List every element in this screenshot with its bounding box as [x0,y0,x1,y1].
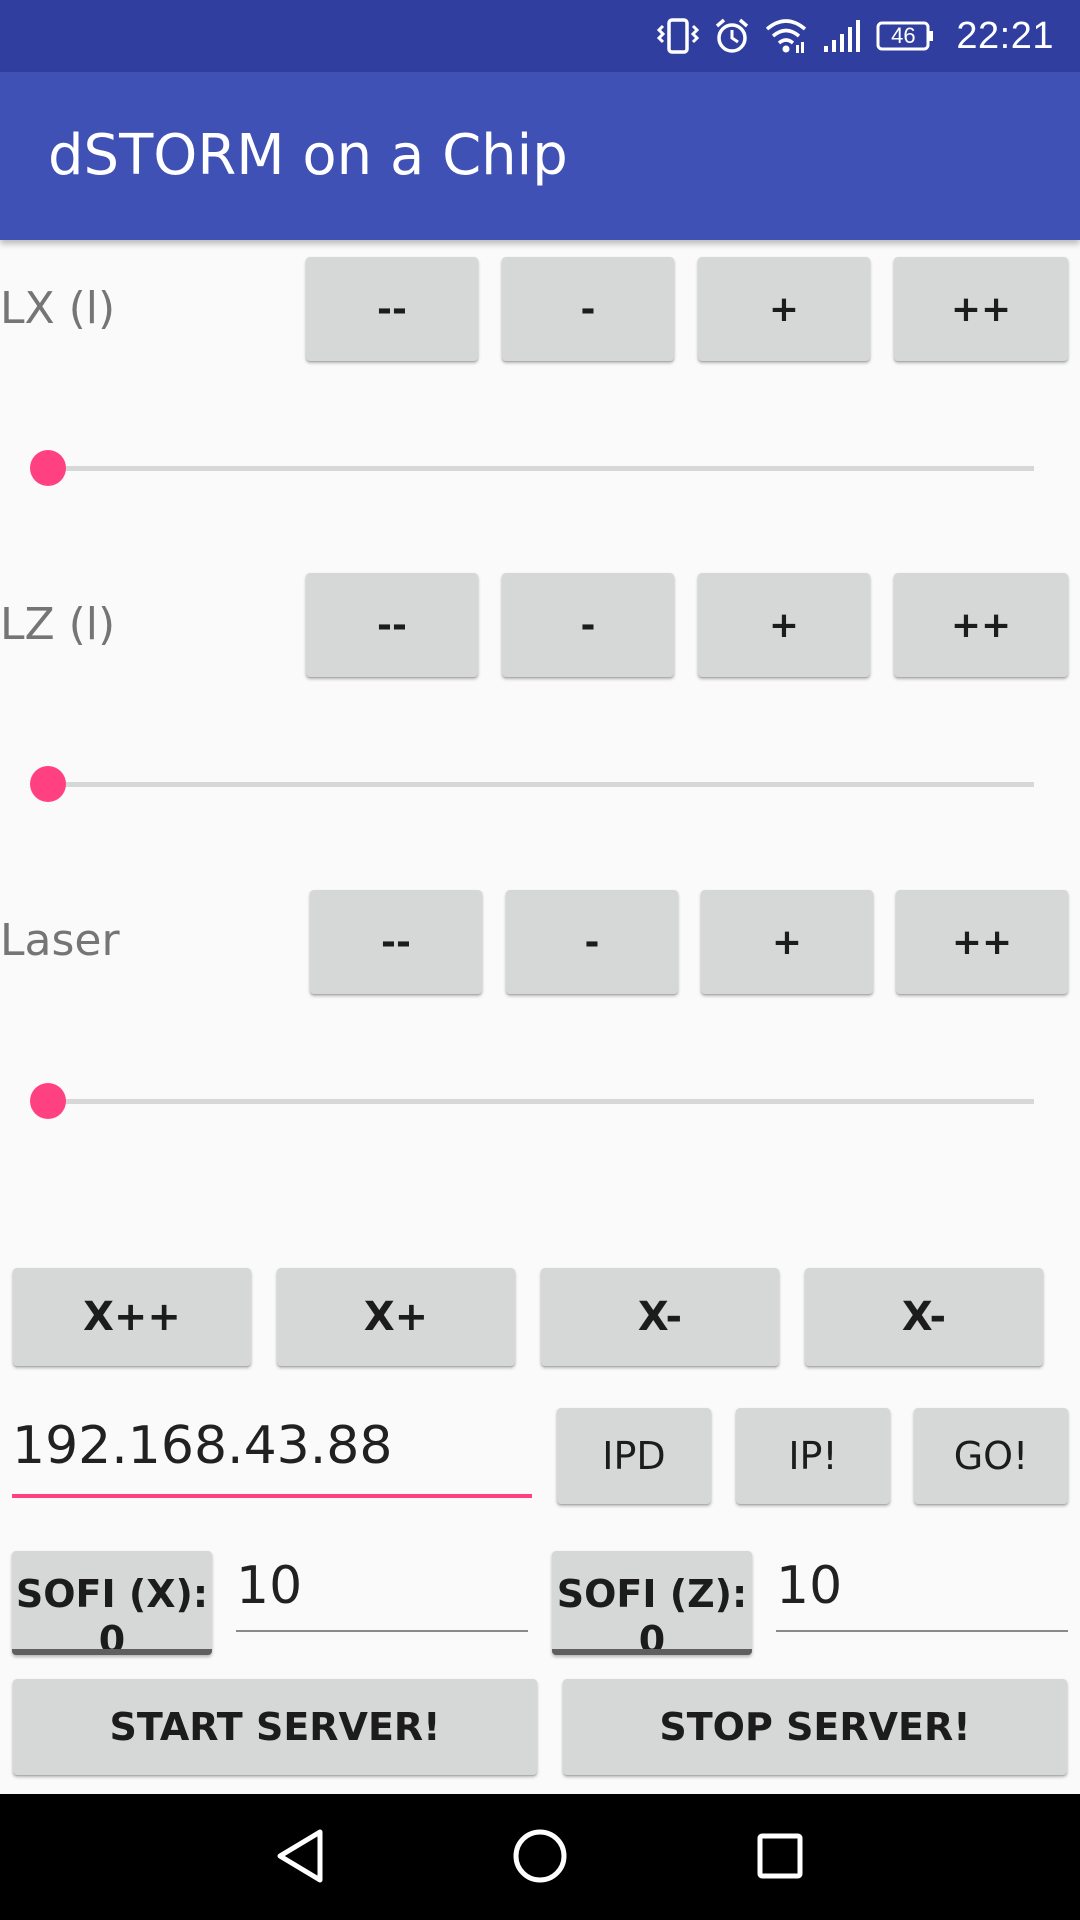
clock: 22:21 [956,14,1054,57]
sofi-x-input[interactable]: 10 [236,1556,528,1632]
laser-slider[interactable] [30,1071,1034,1131]
battery-level: 46 [891,23,916,48]
laser-decrease-large-button[interactable]: -- [310,890,482,994]
sofi-z-underline [776,1630,1068,1632]
back-icon[interactable] [270,1824,330,1893]
lx-decrease-large-button[interactable]: -- [306,257,478,361]
signal-icon [822,18,862,54]
slider-track [48,1099,1034,1104]
sofi-x-value: 10 [236,1556,303,1616]
slider-thumb[interactable] [30,450,66,486]
sofi-z-value: 10 [776,1556,843,1616]
lx-label: LX (l) [0,283,116,334]
sofi-x-bar [12,1649,212,1655]
sofi-z-label: SOFI (Z): 0 [556,1572,748,1655]
ip-address-value: 192.168.43.88 [12,1416,393,1476]
sofi-z-bar [552,1649,752,1655]
laser-increase-large-button[interactable]: ++ [896,890,1068,994]
app-title: dSTORM on a Chip [48,123,568,188]
ipd-button[interactable]: IPD [557,1408,711,1504]
sofi-z-button[interactable]: SOFI (Z): 0 [552,1551,752,1655]
go-button[interactable]: GO! [914,1408,1068,1504]
battery-icon: 46 [876,20,936,52]
lz-decrease-large-button[interactable]: -- [306,573,478,677]
laser-label: Laser [0,915,120,966]
sofi-x-button[interactable]: SOFI (X): 0 [12,1551,212,1655]
x-plus-plus-button[interactable]: X++ [13,1268,251,1366]
screen: 46 22:21 dSTORM on a Chip LX (l) -- - + … [0,0,1080,1920]
home-icon[interactable] [508,1824,572,1893]
ip-address-input[interactable]: 192.168.43.88 [12,1416,532,1498]
lz-increase-button[interactable]: + [698,573,870,677]
sofi-z-input[interactable]: 10 [776,1556,1068,1632]
x-minus-button-2[interactable]: X- [805,1268,1043,1366]
status-bar: 46 22:21 [0,0,1080,72]
slider-thumb[interactable] [30,766,66,802]
slider-track [48,466,1034,471]
stop-server-button[interactable]: STOP SERVER! [563,1679,1067,1775]
lx-decrease-button[interactable]: - [502,257,674,361]
slider-thumb[interactable] [30,1083,66,1119]
nav-bar [0,1794,1080,1920]
lx-increase-large-button[interactable]: ++ [894,257,1068,361]
lx-slider[interactable] [30,438,1034,498]
ip-input-underline [12,1494,532,1498]
sofi-x-underline [236,1630,528,1632]
vibrate-icon [656,16,700,56]
lz-label: LZ (l) [0,599,116,650]
lz-decrease-button[interactable]: - [502,573,674,677]
x-plus-button[interactable]: X+ [277,1268,515,1366]
wifi-icon [764,17,808,55]
sofi-x-label: SOFI (X): 0 [15,1572,209,1655]
laser-increase-button[interactable]: + [701,890,873,994]
alarm-icon [714,17,750,55]
laser-decrease-button[interactable]: - [506,890,678,994]
status-icons: 46 22:21 [656,0,1054,72]
x-minus-button[interactable]: X- [541,1268,779,1366]
lz-increase-large-button[interactable]: ++ [894,573,1068,677]
app-bar: dSTORM on a Chip [0,72,1080,240]
recents-icon[interactable] [750,1824,810,1893]
start-server-button[interactable]: START SERVER! [13,1679,537,1775]
ip-button[interactable]: IP! [736,1408,890,1504]
slider-track [48,782,1034,787]
lx-increase-button[interactable]: + [698,257,870,361]
lz-slider[interactable] [30,754,1034,814]
